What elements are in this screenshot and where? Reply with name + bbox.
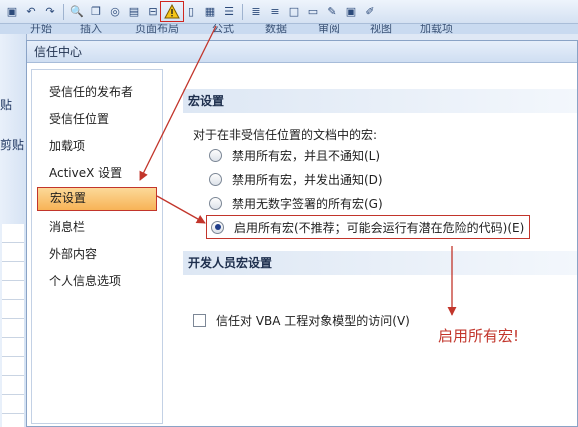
document-icon[interactable]: ▯ [183,4,199,20]
nav-item-message-bar[interactable]: 消息栏 [37,215,157,239]
nav-item-trusted-locations[interactable]: 受信任位置 [37,107,157,131]
nav-item-add-ins[interactable]: 加载项 [37,134,157,158]
nav-item-external-content[interactable]: 外部内容 [37,242,157,266]
undo-icon[interactable]: ↶ [23,4,39,20]
clipboard-fragment: 剪贴 [0,138,25,152]
tab-page-layout[interactable]: 页面布局 [135,24,179,34]
tab-home[interactable]: 开始 [30,24,52,34]
radio-disable-no-notify[interactable]: 禁用所有宏，并且不通知(L) [209,146,380,164]
radio-disable-with-notify[interactable]: 禁用所有宏，并发出通知(D) [209,170,383,188]
save-icon[interactable]: ▣ [4,4,20,20]
ribbon-tab-strip: 开始 插入 页面布局 公式 数据 审阅 视图 加载项 [0,24,578,34]
warning-highlight-box [160,0,184,22]
trust-center-dialog: 信任中心 受信任的发布者 受信任位置 加载项 ActiveX 设置 宏设置 消息… [26,40,578,427]
paragraph-icon[interactable]: ≣ [248,4,264,20]
align-icon[interactable]: ≡ [267,4,283,20]
worksheet-grid [2,224,24,427]
dialog-title: 信任中心 [27,41,577,63]
nav-item-activex[interactable]: ActiveX 设置 [37,161,157,185]
copy-icon[interactable]: ❐ [88,4,104,20]
macro-settings-header: 宏设置 [183,89,577,113]
radio-label: 禁用所有宏，并且不通知(L) [232,148,381,163]
nav-item-macro-settings[interactable]: 宏设置 [37,187,157,211]
tab-review[interactable]: 审阅 [318,24,340,34]
vba-trust-checkbox[interactable] [193,314,206,327]
nav-item-trusted-publishers[interactable]: 受信任的发布者 [37,80,157,104]
screen-icon[interactable]: ▣ [343,4,359,20]
tools-icon[interactable]: ✎ [324,4,340,20]
redo-icon[interactable]: ↷ [42,4,58,20]
page-setup-icon[interactable]: ▭ [305,4,321,20]
annotation-note: 启用所有宏! [438,327,520,345]
radio-enable-all[interactable]: 启用所有宏(不推荐；可能会运行有潜在危险的代码)(E) [205,215,531,239]
radio-button[interactable] [209,196,222,210]
tab-data[interactable]: 数据 [265,24,287,34]
tab-view[interactable]: 视图 [370,24,392,34]
quick-access-toolbar: ▣ ↶ ↷ 🔍 ❐ ◎ ▤ ⊟ ▯ ▦ ☰ ≣ ≡ □ ▭ ✎ ▣ ✐ [0,0,578,24]
edit-icon[interactable]: ✐ [362,4,378,20]
toolbar-divider [63,3,64,20]
new-doc-icon[interactable]: □ [286,4,302,20]
radio-button[interactable] [209,172,222,186]
tab-insert[interactable]: 插入 [80,24,102,34]
list-icon[interactable]: ☰ [221,4,237,20]
ribbon-left-edge: 贴 剪贴 [0,34,27,427]
radio-button[interactable] [209,148,222,162]
paste-fragment: 贴 [0,98,13,112]
radio-label: 启用所有宏(不推荐；可能会运行有潜在危险的代码)(E) [234,220,525,235]
radio-label: 禁用无数字签署的所有宏(G) [232,196,383,211]
nav-item-privacy-options[interactable]: 个人信息选项 [37,269,157,293]
radio-button-selected[interactable] [211,220,224,234]
tab-addins[interactable]: 加载项 [420,24,453,34]
developer-settings-header: 开发人员宏设置 [183,251,577,275]
print-preview-icon[interactable]: 🔍 [69,4,85,20]
tab-formulas[interactable]: 公式 [212,24,234,34]
settings-pane: 宏设置 对于在非受信任位置的文档中的宏: 禁用所有宏，并且不通知(L) 禁用所有… [167,69,577,424]
trust-center-nav: 受信任的发布者 受信任位置 加载项 ActiveX 设置 宏设置 消息栏 外部内… [31,69,163,424]
table-icon[interactable]: ▦ [202,4,218,20]
checkbox-label: 信任对 VBA 工程对象模型的访问(V) [216,314,410,328]
paste-icon[interactable]: ◎ [107,4,123,20]
radio-disable-unsigned[interactable]: 禁用无数字签署的所有宏(G) [209,194,383,212]
toolbar-divider [242,3,243,20]
warning-icon[interactable] [160,0,184,22]
vba-trust-checkbox-row[interactable]: 信任对 VBA 工程对象模型的访问(V) [193,312,410,329]
macro-question: 对于在非受信任位置的文档中的宏: [193,128,378,142]
form-icon[interactable]: ▤ [126,4,142,20]
link-icon[interactable]: ⊟ [145,4,161,20]
radio-label: 禁用所有宏，并发出通知(D) [232,172,383,187]
